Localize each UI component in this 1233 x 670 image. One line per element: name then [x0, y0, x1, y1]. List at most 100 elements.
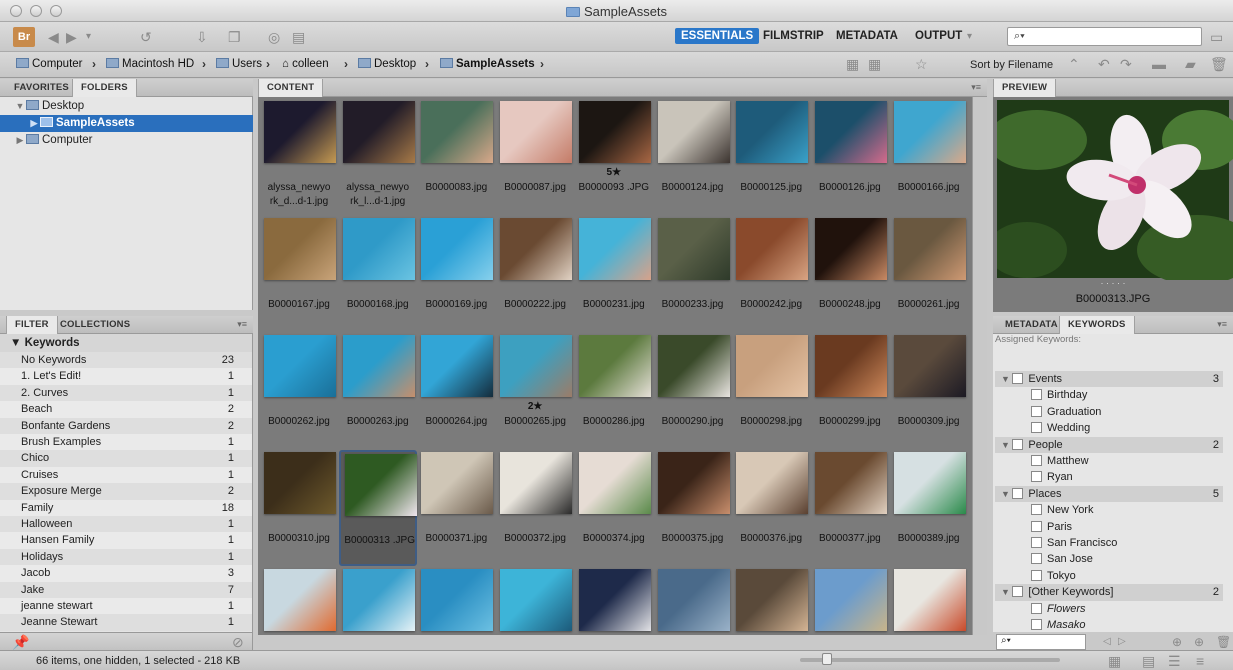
filter-row[interactable]: Jake 7 [0, 581, 252, 598]
thumbnail-item[interactable]: B0000377.jpg [811, 450, 889, 566]
thumbnail-image[interactable] [578, 101, 651, 163]
tab-filter[interactable]: FILTER [6, 316, 58, 334]
thumbnail-item[interactable]: B0000263.jpg [339, 333, 417, 449]
thumbnail-item[interactable]: B0000286.jpg [575, 333, 653, 449]
thumbnail-image[interactable] [421, 101, 494, 163]
new-folder-icon[interactable]: ▰ [1185, 56, 1196, 72]
filter-row[interactable]: Chico 1 [0, 450, 252, 467]
thumbnail-item[interactable]: B0000264.jpg [417, 333, 495, 449]
rating-star-icon[interactable]: ☆ [915, 56, 928, 72]
panel-menu-icon[interactable]: ▾≡ [971, 82, 981, 93]
rotate-left-icon[interactable]: ↶ [1098, 56, 1110, 72]
thumbnail-item[interactable]: B0000371.jpg [417, 450, 495, 566]
thumbnail-image[interactable] [893, 335, 966, 397]
tab-preview[interactable]: PREVIEW [993, 79, 1057, 97]
tree-item-computer[interactable]: ▶ Computer [0, 132, 253, 149]
keyword-item[interactable]: Tokyo [995, 568, 1223, 584]
thumbnail-item[interactable]: B0000248.jpg [811, 216, 889, 332]
pin-icon[interactable]: 📌 [12, 634, 29, 650]
disclosure-closed-icon[interactable]: ▶ [28, 115, 40, 132]
keyword-item[interactable]: Graduation [995, 404, 1223, 420]
bridge-logo[interactable]: Br [13, 27, 35, 47]
thumbnail-image[interactable] [893, 569, 966, 631]
keyword-item[interactable]: Matthew [995, 453, 1223, 469]
details-view-icon[interactable]: ☰ [1168, 653, 1181, 669]
thumbnail-image[interactable] [814, 335, 887, 397]
tree-item-desktop[interactable]: ▼ Desktop [0, 98, 253, 115]
thumbnail-image[interactable] [893, 452, 966, 514]
keyword-checkbox[interactable] [1031, 504, 1042, 516]
keyword-checkbox[interactable] [1031, 602, 1042, 614]
grid-view-icon[interactable]: ▦ [1108, 653, 1121, 669]
thumbnail-image[interactable] [657, 569, 730, 631]
thumbnail-item[interactable]: B0000126.jpg [811, 99, 889, 215]
thumbnail-item[interactable]: B0000298.jpg [732, 333, 810, 449]
keyword-search-input[interactable]: ⌕▾ [996, 634, 1086, 650]
filter-row[interactable]: Hansen Family 1 [0, 532, 252, 549]
thumbnail-image[interactable] [500, 218, 573, 280]
thumbnail-image[interactable] [657, 218, 730, 280]
workspace-metadata[interactable]: METADATA [836, 30, 898, 42]
thumbnail-image[interactable] [421, 218, 494, 280]
thumbnail-item[interactable]: B0000124.jpg [654, 99, 732, 215]
disclosure-open-icon[interactable]: ▼ [1001, 587, 1012, 597]
thumbnail-image[interactable] [264, 335, 336, 397]
thumbnail-item[interactable]: alyssa_newyo rk_d...d-1.jpg [260, 99, 338, 215]
keyword-checkbox[interactable] [1031, 471, 1042, 483]
keyword-checkbox[interactable] [1031, 619, 1042, 630]
thumbnail-item[interactable]: B0000389.jpg [890, 450, 968, 566]
thumbnail-item[interactable] [811, 567, 889, 635]
disclosure-open-icon[interactable]: ▼ [1001, 489, 1012, 499]
thumbnail-image[interactable] [893, 101, 966, 163]
open-recent-icon[interactable]: ▬ [1152, 56, 1166, 72]
thumbnail-item[interactable]: B0000313 .JPG [338, 450, 417, 566]
keyword-item[interactable]: Paris [995, 519, 1223, 535]
thumbnail-item[interactable]: B0000168.jpg [339, 216, 417, 332]
filter-row[interactable]: 2. Curves 1 [0, 384, 252, 402]
keyword-category[interactable]: ▼ [Other Keywords] 2 [995, 584, 1223, 601]
keyword-item[interactable]: San Francisco [995, 535, 1223, 551]
filter-row[interactable]: Holidays 1 [0, 548, 252, 566]
thumbnail-item[interactable]: B0000222.jpg [496, 216, 574, 332]
crumb-sampleassets[interactable]: SampleAssets [440, 58, 535, 70]
filter-row[interactable]: Jacob 3 [0, 565, 252, 582]
keyword-checkbox[interactable] [1031, 569, 1042, 581]
back-icon[interactable]: ◀ [48, 29, 59, 45]
new-sub-keyword-icon[interactable]: ⊕ [1172, 634, 1182, 650]
filter-row[interactable]: Cruises 1 [0, 466, 252, 484]
thumbnail-image[interactable] [893, 218, 966, 280]
thumbnail-quality-icon[interactable]: ▦ [846, 56, 859, 72]
preview-image[interactable] [997, 100, 1233, 280]
tab-content[interactable]: CONTENT [258, 79, 324, 97]
filter-row[interactable]: Beach 2 [0, 401, 252, 418]
disclosure-open-icon[interactable]: ▼ [1001, 440, 1012, 450]
thumbnail-image[interactable] [342, 218, 415, 280]
thumbnail-image[interactable] [736, 569, 809, 631]
thumbnail-image[interactable] [736, 452, 809, 514]
tab-metadata[interactable]: METADATA [997, 316, 1066, 334]
thumbnail-image[interactable] [264, 569, 336, 631]
workspace-output[interactable]: OUTPUT [915, 30, 962, 42]
filter-row[interactable]: No Keywords 23 [0, 352, 252, 369]
trash-icon[interactable]: 🗑 [1210, 56, 1228, 72]
keyword-checkbox[interactable] [1031, 537, 1042, 548]
thumbnail-image[interactable] [264, 218, 336, 280]
reveal-recent-icon[interactable]: ↺ [140, 29, 152, 45]
output-icon[interactable]: ▤ [292, 29, 305, 45]
filter-heading[interactable]: ▼ Keywords [0, 334, 252, 352]
tab-collections[interactable]: COLLECTIONS [52, 316, 138, 334]
panel-menu-icon[interactable]: ▾≡ [1217, 319, 1227, 330]
keyword-item[interactable]: Wedding [995, 420, 1223, 436]
thumbnail-image[interactable] [814, 101, 887, 163]
thumbnail-item[interactable] [732, 567, 810, 635]
thumbnail-image[interactable] [500, 569, 573, 631]
thumbnail-image[interactable] [736, 101, 809, 163]
filter-row[interactable]: Family 18 [0, 499, 252, 516]
filter-row[interactable]: Brush Examples 1 [0, 434, 252, 451]
rating-stars[interactable]: 5★ [575, 167, 653, 178]
workspace-essentials[interactable]: ESSENTIALS [675, 28, 760, 44]
delete-keyword-icon[interactable]: 🗑 [1216, 634, 1231, 650]
keyword-item[interactable]: Flowers [995, 601, 1223, 617]
thumbnail-item[interactable] [654, 567, 732, 635]
crumb-colleen[interactable]: ⌂ colleen [282, 58, 329, 70]
